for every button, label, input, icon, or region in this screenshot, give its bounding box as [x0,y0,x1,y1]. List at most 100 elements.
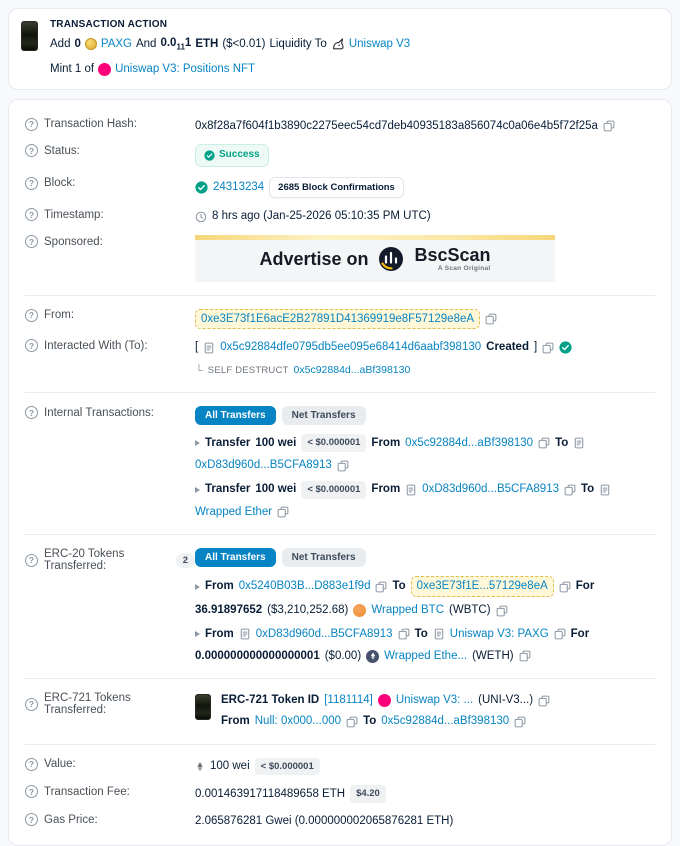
copy-icon[interactable] [277,506,289,518]
interacted-address-link[interactable]: 0x5c92884dfe0795db5ee095e68414d6aabf3981… [220,339,481,356]
bracket-open: [ [195,339,198,356]
positions-nft-icon [378,694,391,707]
collection-link[interactable]: Uniswap V3: ... [396,692,473,709]
caret-icon[interactable] [195,440,200,446]
copy-icon[interactable] [564,484,576,496]
copy-icon[interactable] [603,120,615,132]
help-icon[interactable] [25,144,38,157]
action-line-mint: Mint 1 of Uniswap V3: Positions NFT [50,61,410,78]
from-address-link[interactable]: 0xD83d960d...B5CFA8913 [256,626,393,643]
erc20-transfer-row: From 0x5240B03B...D883e1f9d To 0xe3E73f1… [195,576,655,620]
help-icon[interactable] [25,813,38,826]
internal-transfer-row: Transfer 100 wei < $0.000001 From 0xD83d… [195,481,655,522]
copy-icon[interactable] [496,605,508,617]
from-label: From: [44,309,74,321]
eth-diamond-icon [195,760,205,773]
to-label: To [392,578,405,595]
block-number-link[interactable]: 24313234 [213,179,264,196]
tab-net-transfers[interactable]: Net Transfers [282,406,366,425]
block-confirmations-badge: 2685 Block Confirmations [269,177,404,199]
tab-net-transfers[interactable]: Net Transfers [282,548,366,567]
copy-icon[interactable] [514,716,526,728]
erc20-tabs: All Transfers Net Transfers [195,548,655,567]
help-icon[interactable] [25,118,38,131]
row-from: From: 0xe3E73f1E6acE2B27891D41369919e8F5… [25,304,655,335]
row-interacted-with: Interacted With (To): [ 0x5c92884dfe0795… [25,334,655,384]
paxg-link[interactable]: PAXG [101,36,132,53]
corner-icon [195,363,203,380]
nft-thumbnail[interactable] [21,21,38,51]
tab-all-transfers[interactable]: All Transfers [195,548,276,567]
mint-prefix: Mint 1 of [50,61,94,78]
help-icon[interactable] [25,758,38,771]
usd-badge: < $0.000001 [301,434,366,452]
token-link[interactable]: Wrapped BTC [371,602,444,619]
from-address-link[interactable]: 0xe3E73f1E6acE2B27891D41369919e8F57129e8… [195,309,480,330]
value-usd-badge: < $0.000001 [255,758,320,776]
caret-icon[interactable] [195,631,200,637]
copy-icon[interactable] [485,313,497,325]
positions-nft-link[interactable]: Uniswap V3: Positions NFT [115,61,255,78]
ad-text: Advertise on [259,246,368,272]
ad-banner[interactable]: Advertise on BscScan A Scan Original [195,235,555,282]
nft-thumbnail[interactable] [195,694,211,720]
from-address-link[interactable]: 0x5c92884d...aBf398130 [405,435,533,452]
copy-icon[interactable] [398,628,410,640]
token-link[interactable]: Wrapped Ethe... [384,648,467,665]
help-icon[interactable] [25,785,38,798]
token-id-link[interactable]: [1181114] [324,692,373,709]
copy-icon[interactable] [346,716,358,728]
copy-icon[interactable] [337,460,349,472]
copy-icon[interactable] [519,650,531,662]
copy-icon[interactable] [538,437,550,449]
uniswap-v3-link[interactable]: Uniswap V3 [349,36,410,53]
help-icon[interactable] [25,554,38,567]
copy-icon[interactable] [542,342,554,354]
copy-icon[interactable] [538,695,550,707]
caret-icon[interactable] [195,487,200,493]
copy-icon[interactable] [375,581,387,593]
help-icon[interactable] [25,309,38,322]
bscscan-logo-icon [378,246,404,272]
value-amount: 100 wei [210,758,250,775]
fee-amount: 0.001463917118489658 ETH [195,786,345,803]
to-address-link[interactable]: 0xD83d960d...B5CFA8913 [195,457,332,474]
for-label: For [571,626,590,643]
tab-all-transfers[interactable]: All Transfers [195,406,276,425]
from-address-link[interactable]: 0x5240B03B...D883e1f9d [239,578,371,595]
to-address-link[interactable]: Uniswap V3: PAXG [450,626,549,643]
from-label: From [205,578,234,595]
action-content: TRANSACTION ACTION Add 0 PAXG And 0.0111… [50,19,410,79]
eth-unit: ETH [195,36,218,53]
row-gas-price: Gas Price: 2.065876281 Gwei (0.000000002… [25,808,655,835]
transaction-fee-label: Transaction Fee: [44,786,130,798]
help-icon[interactable] [25,339,38,352]
transaction-hash-label: Transaction Hash: [44,118,137,130]
from-address-link[interactable]: Null: 0x000...000 [255,713,341,730]
help-icon[interactable] [25,406,38,419]
erc20-count-badge: 2 [176,553,195,568]
success-check-icon [204,150,215,161]
to-address-link[interactable]: 0xe3E73f1E...57129e8eA [411,576,554,597]
row-transaction-hash: Transaction Hash: 0x8f28a7f604f1b3890c22… [25,113,655,140]
block-label: Block: [44,177,75,189]
help-icon[interactable] [25,698,38,711]
from-address-link[interactable]: 0xD83d960d...B5CFA8913 [422,481,559,498]
to-address-link[interactable]: Wrapped Ether [195,504,272,521]
help-icon[interactable] [25,177,38,190]
copy-icon[interactable] [554,628,566,640]
caret-icon[interactable] [195,584,200,590]
uniswap-unicorn-icon [331,37,345,51]
to-address-link[interactable]: 0x5c92884d...aBf398130 [381,713,509,730]
copy-icon[interactable] [559,581,571,593]
row-block: Block: 24313234 2685 Block Confirmations [25,172,655,204]
row-value: Value: 100 wei < $0.000001 [25,753,655,781]
self-destruct-address-link[interactable]: 0x5c92884d...aBf398130 [294,363,411,379]
transaction-hash-value: 0x8f28a7f604f1b3890c2275eec54cd7deb40935… [195,118,598,135]
internal-tabs: All Transfers Net Transfers [195,406,655,425]
divider [25,678,655,679]
help-icon[interactable] [25,208,38,221]
action-title: TRANSACTION ACTION [50,19,410,30]
created-label: Created [486,339,529,356]
help-icon[interactable] [25,235,38,248]
